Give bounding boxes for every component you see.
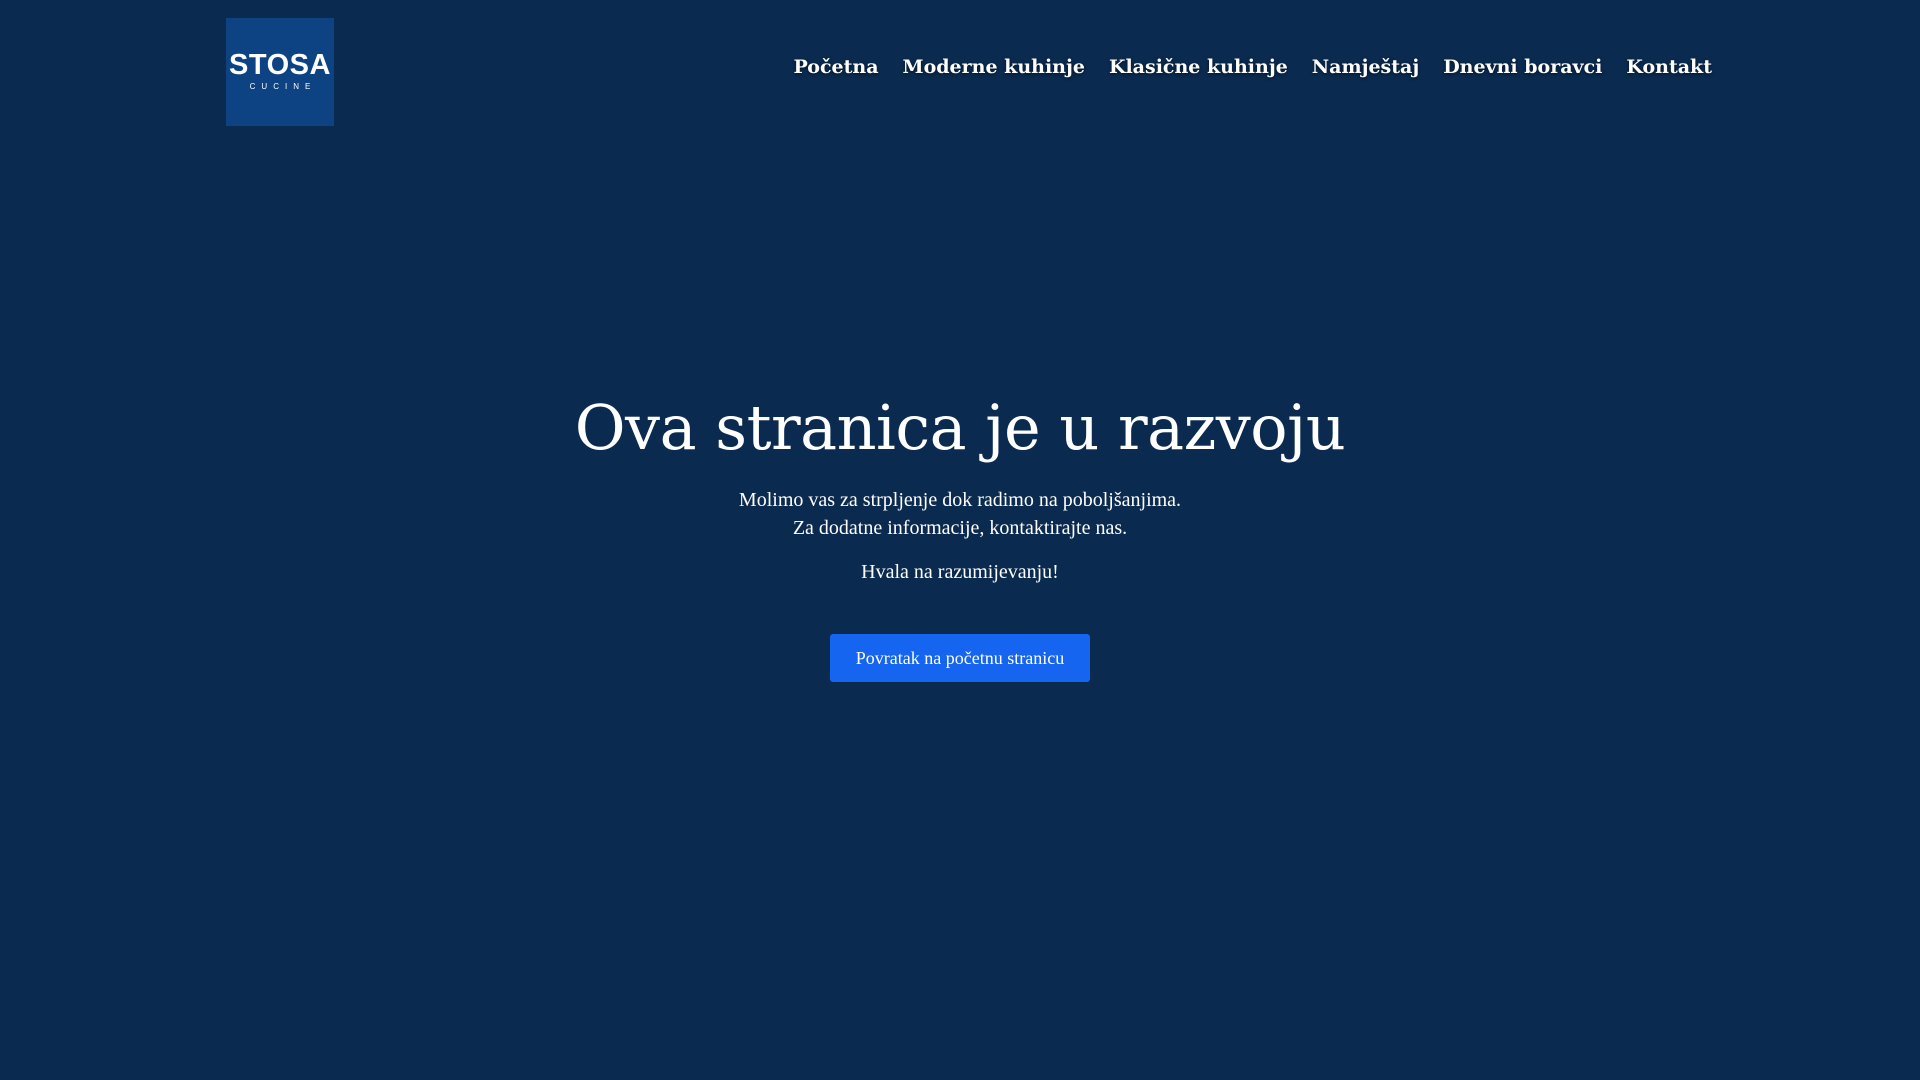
logo-subtitle: CUCINE (249, 82, 317, 91)
nav-item-kontakt[interactable]: Kontakt (1626, 56, 1712, 78)
logo-wordmark: STOSA (229, 49, 331, 81)
site-header: STOSA CUCINE Početna Moderne kuhinje Kla… (0, 0, 1920, 144)
stosa-logo[interactable]: STOSA CUCINE (226, 18, 334, 126)
nav-item-pocetna[interactable]: Početna (794, 56, 879, 78)
back-home-button[interactable]: Povratak na početnu stranicu (830, 634, 1090, 682)
hero-section: Ova stranica je u razvoju Molimo vas za … (0, 384, 1920, 682)
nav-item-dnevni-boravci[interactable]: Dnevni boravci (1443, 56, 1602, 78)
message-line-2: Za dodatne informacije, kontaktirajte na… (792, 517, 1128, 539)
message-text: Molimo vas za strpljenje dok radimo na p… (0, 486, 1920, 542)
thanks-text: Hvala na razumijevanju! (861, 561, 1059, 583)
main-nav: Početna Moderne kuhinje Klasične kuhinje… (794, 56, 1712, 78)
message-line-1: Molimo vas za strpljenje dok radimo na p… (738, 489, 1182, 511)
nav-item-klasicne-kuhinje[interactable]: Klasične kuhinje (1109, 56, 1288, 78)
page-title: Ova stranica je u razvoju (574, 391, 1346, 464)
page: STOSA CUCINE Početna Moderne kuhinje Kla… (0, 0, 1920, 1080)
nav-item-namjestaj[interactable]: Namještaj (1312, 56, 1419, 78)
nav-item-moderne-kuhinje[interactable]: Moderne kuhinje (903, 56, 1085, 78)
